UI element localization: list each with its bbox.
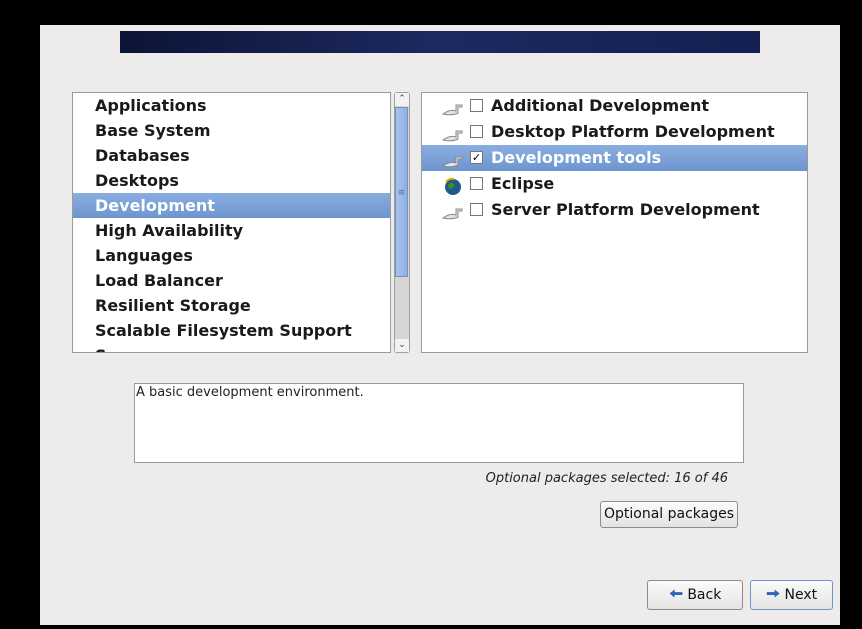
checkbox[interactable]	[470, 99, 483, 112]
checkbox[interactable]	[470, 203, 483, 216]
group-item[interactable]: Databases	[73, 143, 390, 168]
group-list-scrollbar[interactable]: ⌃ ≡ ⌄	[394, 92, 410, 353]
back-label: Back	[687, 587, 721, 603]
scrollbar-thumb[interactable]: ≡	[395, 107, 408, 277]
optional-count: Optional packages selected: 16 of 46	[486, 471, 728, 486]
subgroup-label: Desktop Platform Development	[491, 122, 775, 141]
subgroup-list: Additional Development Desktop Platform D…	[421, 92, 808, 353]
subgroup-item[interactable]: Server Platform Development	[422, 197, 807, 223]
globe-icon	[442, 177, 464, 191]
subgroup-item[interactable]: Desktop Platform Development	[422, 119, 807, 145]
installer-window: ApplicationsBase SystemDatabasesDesktops…	[40, 25, 840, 625]
subgroup-item[interactable]: Eclipse	[422, 171, 807, 197]
scroll-up-icon[interactable]: ⌃	[395, 93, 409, 106]
group-item[interactable]: Applications	[73, 93, 390, 118]
group-item[interactable]: Resilient Storage	[73, 293, 390, 318]
subgroup-item[interactable]: Additional Development	[422, 93, 807, 119]
group-item[interactable]: Load Balancer	[73, 268, 390, 293]
package-icon	[442, 99, 464, 113]
description-box: A basic development environment.	[134, 383, 744, 463]
next-label: Next	[785, 587, 818, 603]
subgroup-label: Additional Development	[491, 96, 709, 115]
subgroup-label: Development tools	[491, 148, 661, 167]
package-icon	[442, 203, 464, 217]
group-item[interactable]: Development	[73, 193, 390, 218]
group-item[interactable]: High Availability	[73, 218, 390, 243]
header-banner	[120, 31, 760, 53]
group-item[interactable]: Base System	[73, 118, 390, 143]
back-arrow-icon: 🠨	[669, 581, 684, 609]
scroll-down-icon[interactable]: ⌄	[395, 339, 409, 352]
package-icon	[442, 125, 464, 139]
checkbox[interactable]	[470, 177, 483, 190]
group-item[interactable]: Server	[73, 343, 390, 353]
group-item[interactable]: Scalable Filesystem Support	[73, 318, 390, 343]
optional-packages-button[interactable]: Optional packages	[600, 501, 738, 528]
next-arrow-icon: 🠪	[766, 581, 781, 609]
subgroup-label: Server Platform Development	[491, 200, 760, 219]
subgroup-label: Eclipse	[491, 174, 554, 193]
checkbox[interactable]	[470, 125, 483, 138]
group-item[interactable]: Languages	[73, 243, 390, 268]
checkbox[interactable]: ✓	[470, 151, 483, 164]
package-icon	[442, 151, 464, 165]
back-button[interactable]: 🠨Back	[647, 580, 743, 610]
subgroup-item[interactable]: ✓ Development tools	[422, 145, 807, 171]
next-button[interactable]: 🠪Next	[750, 580, 833, 610]
group-item[interactable]: Desktops	[73, 168, 390, 193]
group-list: ApplicationsBase SystemDatabasesDesktops…	[72, 92, 391, 353]
